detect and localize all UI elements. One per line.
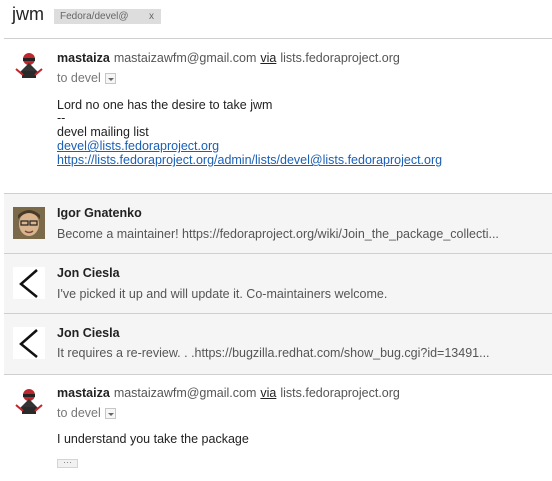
message-expanded: mastaiza mastaizawfm@gmail.com via lists.fe… bbox=[4, 38, 552, 193]
sender-name[interactable]: mastaiza bbox=[57, 51, 110, 65]
sender-line: mastaiza mastaizawfm@gmail.com via lists.fe… bbox=[57, 386, 400, 400]
sender-name[interactable]: Igor Gnatenko bbox=[57, 206, 142, 220]
message-expanded: mastaiza mastaizawfm@gmail.com via lists.fe… bbox=[4, 374, 552, 481]
thread-subject: jwm bbox=[12, 4, 44, 24]
message-snippet: Become a maintainer! https://fedoraproje… bbox=[57, 227, 499, 241]
arrow-logo-avatar-icon[interactable] bbox=[13, 267, 45, 299]
message-snippet: It requires a re-review. . .https://bugz… bbox=[57, 346, 490, 360]
message-collapsed[interactable]: Igor Gnatenko Become a maintainer! https… bbox=[4, 193, 552, 253]
sender-name[interactable]: mastaiza bbox=[57, 386, 110, 400]
label-chip-text[interactable]: Fedora/devel@ bbox=[60, 9, 129, 24]
mailing-list-admin-link[interactable]: https://lists.fedoraproject.org/admin/li… bbox=[57, 153, 442, 167]
recipient-line: to devel bbox=[57, 71, 116, 85]
message-collapsed[interactable]: Jon Ciesla It requires a re-review. . .h… bbox=[4, 313, 552, 374]
ninja-avatar-icon[interactable] bbox=[13, 385, 45, 417]
chevron-down-icon[interactable] bbox=[104, 73, 116, 85]
recipient-text: to devel bbox=[57, 406, 101, 420]
show-trimmed-content-button[interactable]: ··· bbox=[57, 458, 78, 468]
label-chip[interactable]: Fedora/devel@ x bbox=[54, 9, 161, 24]
via-link[interactable]: via bbox=[260, 51, 276, 65]
list-domain: lists.fedoraproject.org bbox=[280, 51, 400, 65]
person-photo-avatar-icon[interactable] bbox=[13, 207, 45, 239]
sender-email: mastaizawfm@gmail.com bbox=[113, 51, 257, 65]
message-body-line: devel mailing list bbox=[57, 125, 149, 139]
mailing-list-email-link[interactable]: devel@lists.fedoraproject.org bbox=[57, 139, 219, 153]
label-remove-button[interactable]: x bbox=[149, 9, 154, 24]
sender-name[interactable]: Jon Ciesla bbox=[57, 266, 120, 280]
thread-header: jwm Fedora/devel@ x bbox=[0, 0, 552, 36]
message-body-line: I understand you take the package bbox=[57, 432, 249, 446]
chevron-down-icon[interactable] bbox=[104, 408, 116, 420]
via-link[interactable]: via bbox=[260, 386, 276, 400]
sender-line: mastaiza mastaizawfm@gmail.com via lists.fe… bbox=[57, 51, 400, 65]
message-collapsed[interactable]: Jon Ciesla I've picked it up and will up… bbox=[4, 253, 552, 313]
arrow-logo-avatar-icon[interactable] bbox=[13, 327, 45, 359]
sender-email: mastaizawfm@gmail.com bbox=[113, 386, 257, 400]
list-domain: lists.fedoraproject.org bbox=[280, 386, 400, 400]
recipient-line: to devel bbox=[57, 406, 116, 420]
message-body-line: -- bbox=[57, 111, 66, 125]
message-snippet: I've picked it up and will update it. Co… bbox=[57, 287, 388, 301]
sender-name[interactable]: Jon Ciesla bbox=[57, 326, 120, 340]
message-body-line: Lord no one has the desire to take jwm bbox=[57, 98, 273, 112]
recipient-text: to devel bbox=[57, 71, 101, 85]
ninja-avatar-icon[interactable] bbox=[13, 49, 45, 81]
